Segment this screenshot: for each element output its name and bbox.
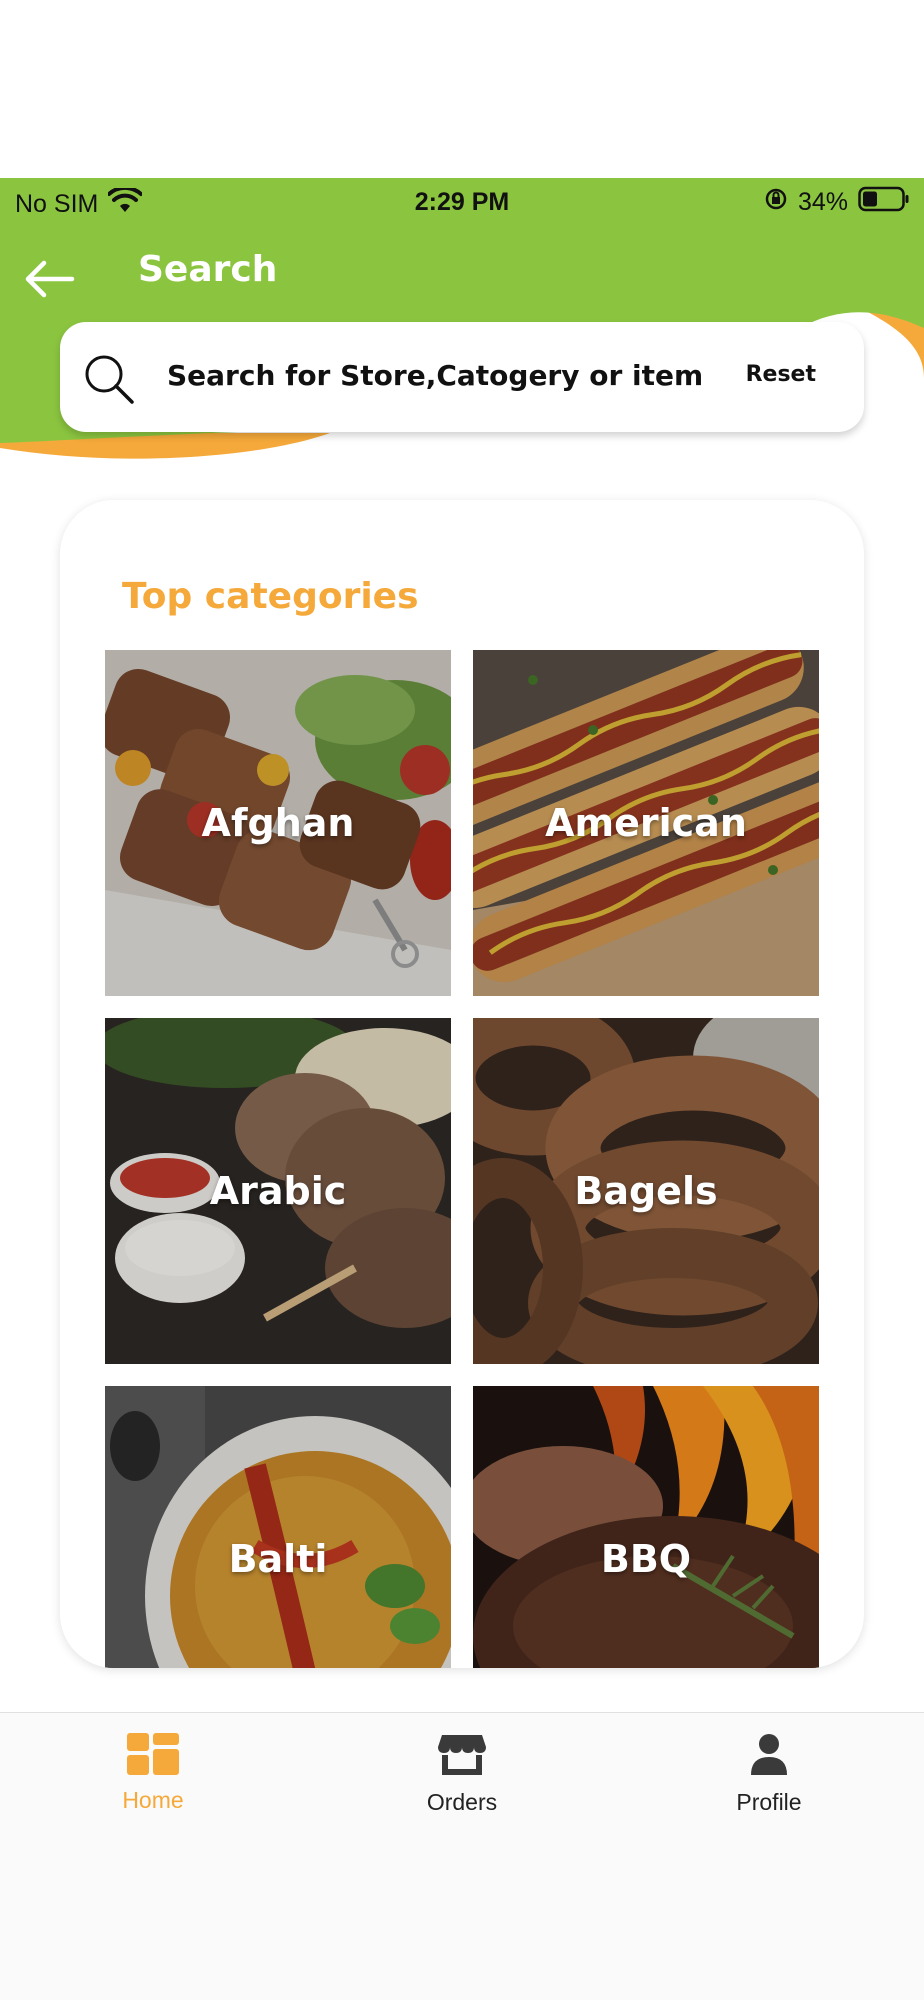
category-label: Bagels (574, 1169, 718, 1213)
orientation-lock-icon (764, 187, 788, 218)
bbq-food-image (473, 1386, 819, 1668)
battery-icon (858, 186, 910, 219)
top-categories-card: Top categories Afghan American Arabic Ba… (60, 500, 864, 1668)
category-tile-afghan[interactable]: Afghan (105, 650, 451, 996)
category-tile-bbq[interactable]: BBQ (473, 1386, 819, 1668)
status-right: 34% (764, 186, 910, 219)
section-title: Top categories (122, 576, 419, 617)
store-icon (438, 1735, 486, 1775)
search-input[interactable]: Search for Store,Catogery or item (167, 359, 703, 392)
nav-label-orders: Orders (426, 1789, 498, 1815)
nav-item-profile[interactable]: Profile (699, 1733, 839, 1816)
category-label: BBQ (600, 1537, 692, 1581)
page-title: Search (138, 249, 278, 290)
battery-percent: 34% (797, 188, 848, 216)
category-label: American (545, 801, 747, 845)
dashboard-icon (127, 1733, 179, 1775)
bottom-navigation: Home Orders Profile (0, 1712, 924, 2000)
user-icon (751, 1734, 787, 1775)
screen: No SIM 2:29 PM 34% Search Search for Sto… (0, 0, 924, 2000)
category-tile-balti[interactable]: Balti (105, 1386, 451, 1668)
nav-item-home[interactable]: Home (83, 1733, 223, 1814)
reset-button[interactable]: Reset (746, 362, 816, 387)
status-bar: No SIM 2:29 PM 34% (0, 178, 924, 228)
search-bar[interactable]: Search for Store,Catogery or item Reset (60, 322, 864, 432)
category-tile-american[interactable]: American (473, 650, 819, 996)
nav-item-orders[interactable]: Orders (392, 1733, 532, 1816)
nav-label-profile: Profile (736, 1789, 802, 1815)
arrow-left-icon (25, 260, 75, 298)
nav-label-home: Home (122, 1787, 184, 1813)
search-icon (82, 352, 136, 406)
category-tile-arabic[interactable]: Arabic (105, 1018, 451, 1364)
category-label: Balti (228, 1537, 328, 1581)
category-label: Afghan (201, 801, 355, 845)
category-label: Arabic (209, 1169, 347, 1213)
category-tile-bagels[interactable]: Bagels (473, 1018, 819, 1364)
back-button[interactable] (22, 255, 78, 303)
balti-food-image (105, 1386, 451, 1668)
